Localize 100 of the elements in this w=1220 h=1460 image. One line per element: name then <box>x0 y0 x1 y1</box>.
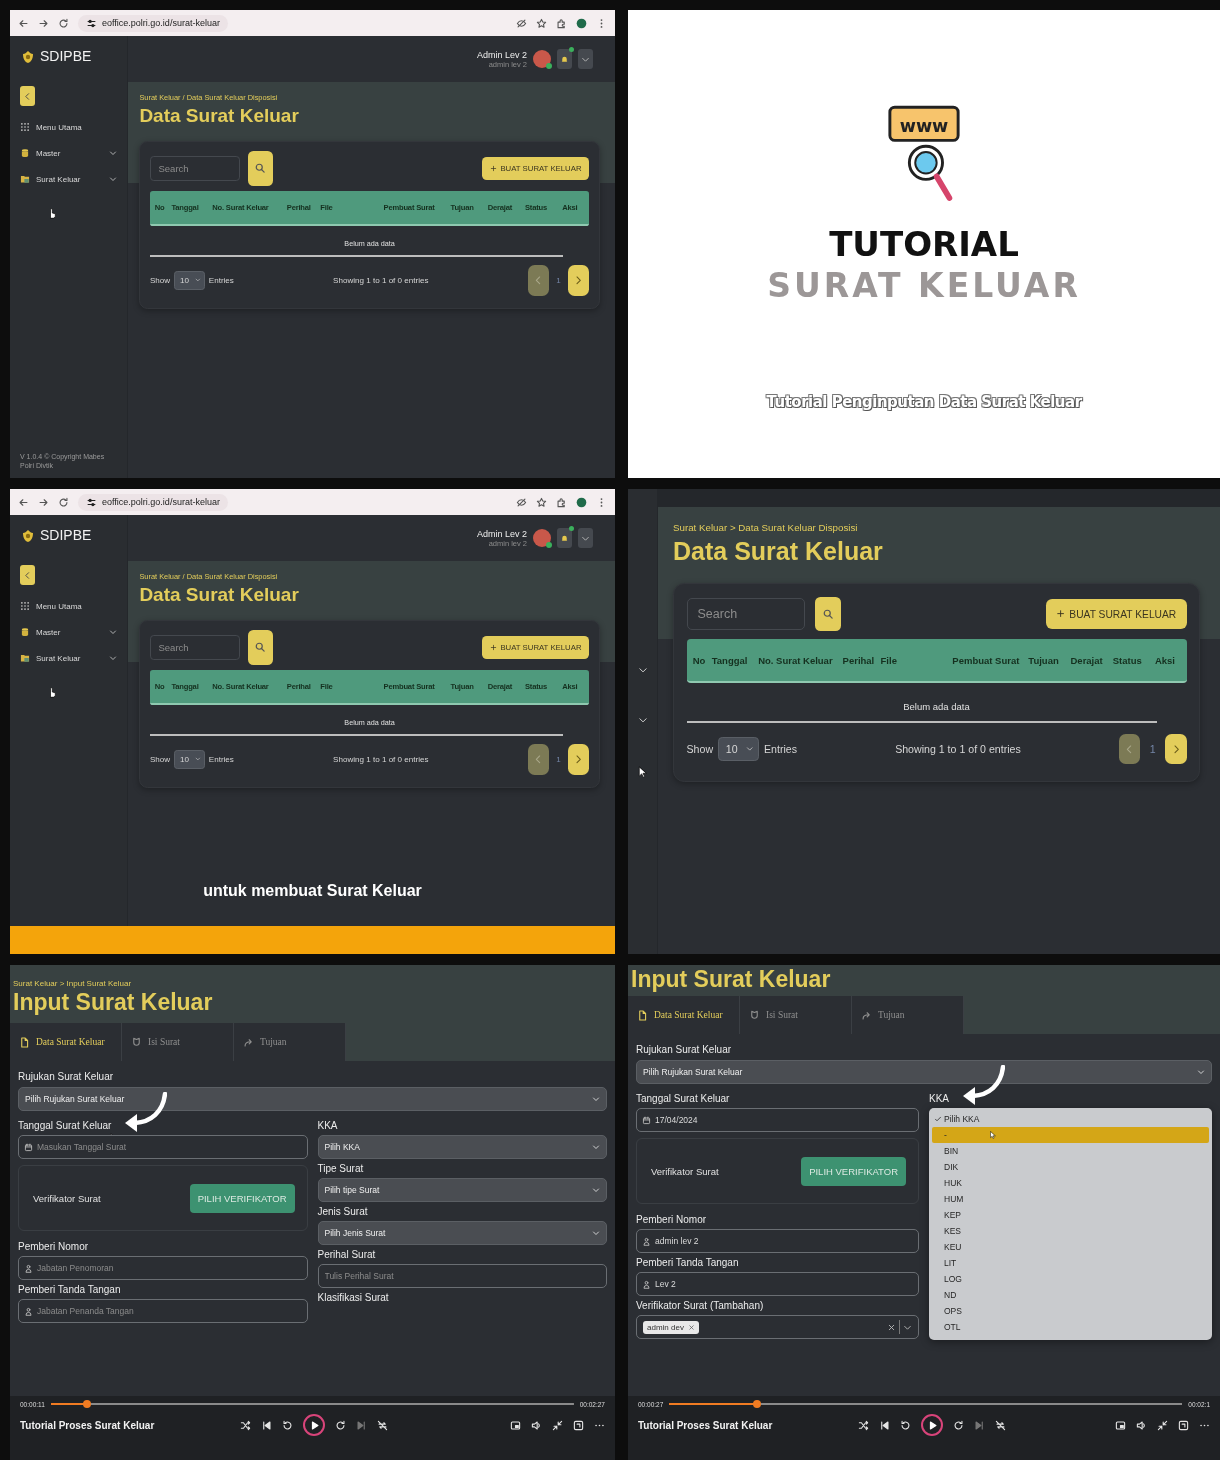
sidebar-menu-item[interactable]: Surat Keluar <box>20 653 117 663</box>
address-bar[interactable]: eoffice.polri.go.id/surat-keluar <box>78 493 228 511</box>
input-field[interactable]: Jabatan Penomoran <box>18 1256 308 1281</box>
sidebar-menu-item[interactable]: Surat Keluar <box>20 174 117 184</box>
page-number[interactable]: 1 <box>553 275 564 285</box>
search-field[interactable]: Search <box>149 156 241 181</box>
notification-button[interactable] <box>557 528 572 548</box>
sidebar-menu-item[interactable]: Menu Utama <box>20 601 117 611</box>
search-field[interactable]: Search <box>686 597 806 631</box>
date-field[interactable]: 17/04/2024 <box>636 1108 919 1133</box>
avatar[interactable] <box>533 50 551 68</box>
volume-icon[interactable] <box>531 1419 542 1431</box>
sidebar-menu-item[interactable]: Master <box>20 148 117 158</box>
collapse-icon[interactable] <box>552 1419 563 1431</box>
address-bar[interactable]: eoffice.polri.go.id/surat-keluar <box>78 14 228 32</box>
selected-chip[interactable]: admin dev <box>643 1320 699 1334</box>
previous-icon[interactable] <box>261 1419 272 1431</box>
next-icon[interactable] <box>356 1419 367 1431</box>
select-field[interactable]: Pilih Rujukan Surat Keluar <box>18 1087 607 1112</box>
play-button[interactable] <box>303 1414 325 1436</box>
search-button[interactable] <box>815 596 841 632</box>
next-icon[interactable] <box>974 1419 985 1431</box>
dropdown-option[interactable]: ND <box>932 1287 1209 1304</box>
puzzle-icon[interactable] <box>556 17 567 29</box>
skip-forward-icon[interactable] <box>335 1419 346 1431</box>
shuffle-icon[interactable] <box>240 1419 251 1431</box>
play-button[interactable] <box>921 1414 943 1436</box>
search-field[interactable]: Search <box>149 635 241 660</box>
next-page-button[interactable] <box>568 264 590 296</box>
back-icon[interactable] <box>18 17 29 29</box>
page-number[interactable]: 1 <box>553 754 564 764</box>
tab[interactable]: Tujuan <box>234 1023 346 1062</box>
miniplayer-icon[interactable] <box>510 1419 521 1431</box>
replay-icon[interactable] <box>900 1419 911 1431</box>
replay-icon[interactable] <box>282 1419 293 1431</box>
next-page-button[interactable] <box>568 743 590 775</box>
skip-forward-icon[interactable] <box>953 1419 964 1431</box>
select-field[interactable]: Pilih KKA <box>317 1135 607 1160</box>
account-menu-button[interactable] <box>578 528 593 548</box>
star-icon[interactable] <box>536 496 547 508</box>
search-button[interactable] <box>247 151 274 186</box>
dropdown-option[interactable]: HUK <box>932 1175 1209 1192</box>
page-size-select[interactable]: 10 <box>174 750 205 769</box>
back-icon[interactable] <box>18 496 29 508</box>
forward-icon[interactable] <box>38 496 49 508</box>
repeat-off-icon[interactable] <box>995 1419 1006 1431</box>
multi-select-field[interactable]: admin dev <box>636 1315 919 1340</box>
tab[interactable]: Tujuan <box>852 996 964 1035</box>
chevron-down-icon[interactable] <box>637 715 648 725</box>
eye-off-icon[interactable] <box>516 496 527 508</box>
notification-button[interactable] <box>557 49 572 69</box>
input-field[interactable]: Jabatan Penanda Tangan <box>18 1299 308 1324</box>
tab[interactable]: Data Surat Keluar <box>10 1023 122 1062</box>
dropdown-option[interactable]: KEU <box>932 1239 1209 1256</box>
eye-off-icon[interactable] <box>516 17 527 29</box>
pop-out-icon[interactable] <box>573 1419 584 1431</box>
forward-icon[interactable] <box>38 17 49 29</box>
dropdown-option[interactable]: DIK <box>932 1159 1209 1176</box>
sidebar-menu-item[interactable]: Menu Utama <box>20 122 117 132</box>
chevron-down-icon[interactable] <box>637 665 648 675</box>
dropdown-option[interactable]: - <box>932 1127 1209 1144</box>
miniplayer-icon[interactable] <box>1115 1419 1126 1431</box>
search-button[interactable] <box>247 630 274 665</box>
dropdown-option[interactable]: OTL <box>932 1319 1209 1336</box>
avatar[interactable] <box>533 529 551 547</box>
pop-out-icon[interactable] <box>1178 1419 1189 1431</box>
create-letter-button[interactable]: BUAT SURAT KELUAR <box>1045 599 1187 629</box>
next-page-button[interactable] <box>1165 733 1187 765</box>
volume-icon[interactable] <box>1136 1419 1147 1431</box>
seek-thumb[interactable] <box>83 1400 92 1408</box>
previous-icon[interactable] <box>879 1419 890 1431</box>
dropdown-option[interactable]: OPS <box>932 1303 1209 1320</box>
dropdown-option[interactable]: KEP <box>932 1207 1209 1224</box>
repeat-off-icon[interactable] <box>377 1419 388 1431</box>
seek-thumb[interactable] <box>752 1400 761 1408</box>
dropdown-option[interactable]: LOG <box>932 1271 1209 1288</box>
dropdown-option[interactable]: LIT <box>932 1255 1209 1272</box>
dropdown-option[interactable]: Pilih KKA <box>932 1111 1209 1128</box>
page-size-select[interactable]: 10 <box>174 271 205 290</box>
select-field[interactable]: Pilih tipe Surat <box>317 1178 607 1203</box>
reload-icon[interactable] <box>58 17 69 29</box>
puzzle-icon[interactable] <box>556 496 567 508</box>
input-field[interactable]: Lev 2 <box>636 1272 919 1297</box>
dropdown-option[interactable]: BIN <box>932 1143 1209 1160</box>
date-field[interactable]: Masukan Tanggal Surat <box>18 1135 308 1160</box>
shuffle-icon[interactable] <box>858 1419 869 1431</box>
tab[interactable]: Isi Surat <box>740 996 852 1035</box>
account-menu-button[interactable] <box>578 49 593 69</box>
star-icon[interactable] <box>536 17 547 29</box>
page-size-select[interactable]: 10 <box>718 736 759 762</box>
select-field[interactable]: Pilih Rujukan Surat Keluar <box>636 1060 1212 1085</box>
tab[interactable]: Data Surat Keluar <box>628 996 740 1035</box>
collapse-sidebar-button[interactable] <box>20 86 35 106</box>
tab[interactable]: Isi Surat <box>122 1023 234 1062</box>
profile-icon[interactable] <box>576 496 587 508</box>
dropdown-option[interactable]: KES <box>932 1223 1209 1240</box>
input-field[interactable]: Tulis Perihal Surat <box>317 1264 607 1289</box>
page-number[interactable]: 1 <box>1145 742 1160 755</box>
dropdown-option[interactable]: HUM <box>932 1191 1209 1208</box>
select-field[interactable]: Pilih Jenis Surat <box>317 1221 607 1246</box>
